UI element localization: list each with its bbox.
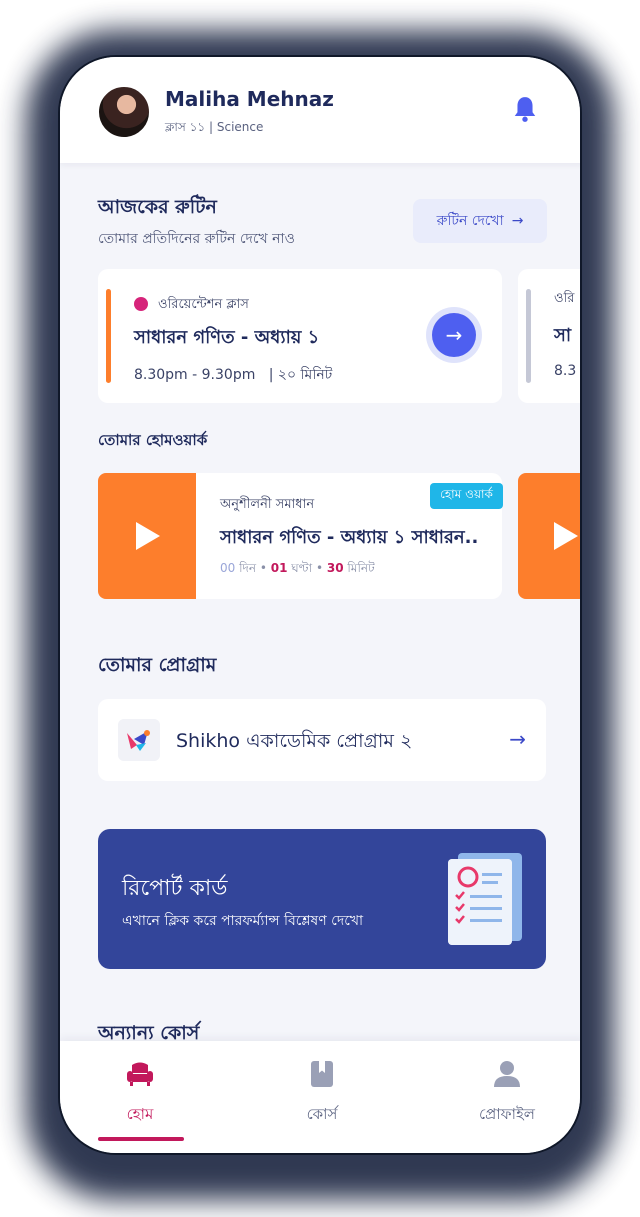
program-title: তোমার প্রোগ্রাম [98,654,217,676]
program-card[interactable]: Shikho একাডেমিক প্রোগ্রাম ২ → [98,699,546,781]
live-dot-icon [134,297,148,311]
routine-tag: ওরি [554,291,575,306]
view-routine-label: রুটিন দেখো [436,213,504,229]
routine-card-title: সাধারন গণিত - অধ্যায় ১ [134,327,320,348]
sofa-icon [127,1062,153,1086]
shikho-logo-icon [118,719,160,761]
homework-countdown: 00 দিন • 01 ঘণ্টা • 30 মিনিট [220,561,375,575]
phone-screen: Maliha Mehnaz ক্লাস ১১ | Science আজকের র… [58,55,582,1155]
nav-item-home[interactable]: হোম [70,1061,210,1128]
routine-accent-bar [106,289,111,383]
routine-card[interactable]: ওরিয়েন্টেশন ক্লাস সাধারন গণিত - অধ্যায়… [98,269,502,403]
report-document-icon [448,859,512,945]
routine-time: 8.3 [554,363,577,379]
homework-category: অনুশীলনী সমাধান [220,497,315,512]
arrow-right-icon: → [511,213,524,229]
user-name: Maliha Mehnaz [165,87,334,111]
homework-title: তোমার হোমওয়ার্ক [98,431,208,449]
bottom-navigation: হোম কোর্স প্রোফাইল [60,1041,580,1153]
avatar[interactable] [97,85,151,139]
arrow-right-icon: → [432,313,476,357]
nav-item-course[interactable]: কোর্স [252,1061,392,1128]
report-subtitle: এখানে ক্লিক করে পারফর্ম্যান্স বিশ্লেষণ দ… [122,913,364,929]
app-header: Maliha Mehnaz ক্লাস ১১ | Science [60,57,580,163]
play-icon [554,522,578,550]
program-name: Shikho একাডেমিক প্রোগ্রাম ২ [176,730,413,752]
report-card-banner[interactable]: রিপোর্ট কার্ড এখানে ক্লিক করে পারফর্ম্যা… [98,829,546,969]
play-icon [136,522,160,550]
nav-label: প্রোফাইল [479,1105,535,1123]
active-tab-indicator [98,1137,184,1141]
routine-title: আজকের রুটিন [98,196,217,218]
report-title: রিপোর্ট কার্ড [122,876,228,901]
homework-card-next[interactable] [518,473,580,599]
homework-badge: হোম ওয়ার্ক [430,483,503,509]
routine-card-title: সা [554,325,572,346]
bell-icon[interactable] [512,95,538,123]
routine-go-button[interactable]: → [426,307,482,363]
routine-accent-bar [526,289,531,383]
homework-card-title: সাধারন গণিত - অধ্যায় ১ সাধারন.. [220,527,479,548]
arrow-right-icon: → [509,727,526,751]
routine-time: 8.30pm - 9.30pm | ২০ মিনিট [134,367,333,383]
routine-tag: ওরিয়েন্টেশন ক্লাস [158,297,249,312]
nav-label: কোর্স [306,1105,338,1123]
person-icon [494,1061,520,1087]
nav-label: হোম [126,1105,154,1123]
view-routine-button[interactable]: রুটিন দেখো → [413,199,547,243]
user-class: ক্লাস ১১ | Science [165,120,264,134]
nav-item-profile[interactable]: প্রোফাইল [437,1061,577,1128]
routine-subtitle: তোমার প্রতিদিনের রুটিন দেখে নাও [98,231,295,247]
homework-thumbnail [98,473,196,599]
routine-card-next[interactable]: ওরি সা 8.3 [518,269,580,403]
book-icon [311,1061,333,1087]
